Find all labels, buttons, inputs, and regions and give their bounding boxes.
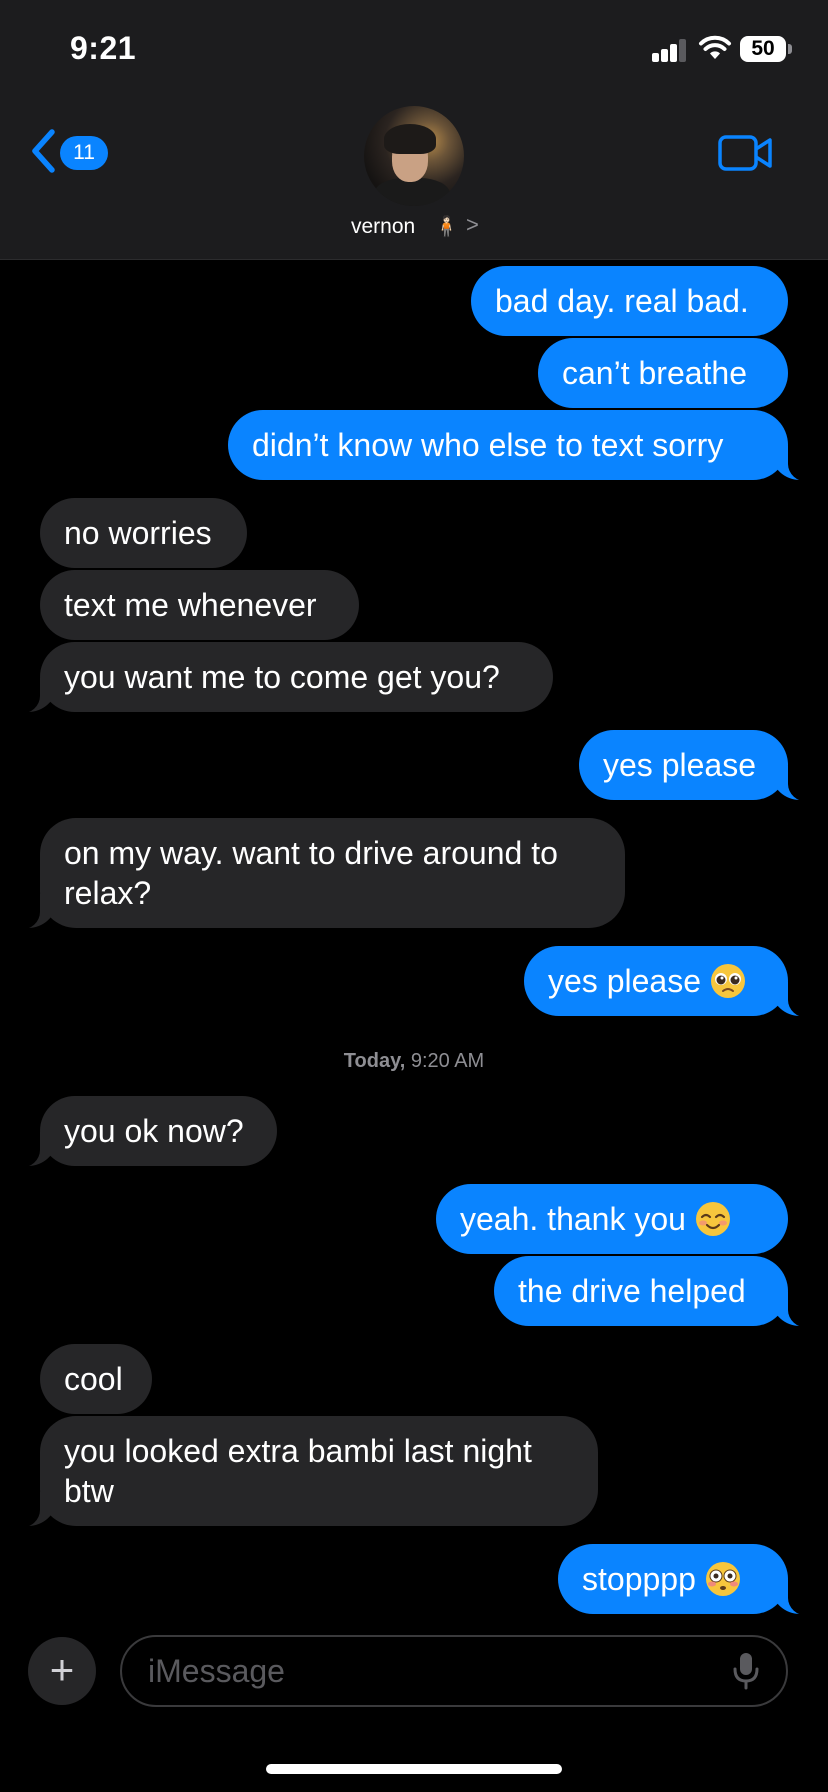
chevron-right-icon[interactable]: > [466, 212, 479, 238]
flushed-face-icon [705, 1562, 740, 1596]
status-time: 9:21 [70, 30, 137, 66]
message-text: you ok now? [64, 1113, 244, 1149]
contact-avatar[interactable] [364, 106, 464, 206]
message-text: you looked extra bambi last night btw [64, 1433, 532, 1509]
message-text: you want me to come get you? [64, 659, 500, 695]
message-text: cool [64, 1361, 123, 1397]
signal-icon [652, 38, 688, 62]
incoming-message-bubble[interactable]: text me whenever [40, 570, 359, 640]
message-text: didn’t know who else to text sorry [252, 427, 724, 463]
home-indicator[interactable] [266, 1764, 562, 1774]
add-attachment-button[interactable]: + [28, 1637, 96, 1705]
video-camera-icon[interactable] [718, 134, 774, 172]
wifi-icon [699, 35, 731, 59]
outgoing-message-bubble[interactable]: didn’t know who else to text sorry [228, 410, 812, 482]
incoming-message-bubble[interactable]: on my way. want to drive around to relax… [16, 818, 625, 930]
battery-tip [788, 44, 792, 54]
outgoing-message-bubble[interactable]: bad day. real bad. [471, 266, 788, 336]
battery-icon: 50 [740, 36, 786, 62]
message-input-placeholder: iMessage [148, 1653, 285, 1689]
message-text: can’t breathe [562, 355, 748, 391]
unread-count-badge[interactable]: 11 [60, 136, 108, 170]
outgoing-message-bubble[interactable]: yes please [579, 730, 812, 802]
incoming-message-bubble[interactable]: no worries [40, 498, 247, 568]
message-text: on my way. want to drive around to relax… [64, 835, 558, 911]
message-text: text me whenever [64, 587, 317, 623]
contact-name[interactable]: vernon [351, 215, 415, 239]
smiling-face-icon [695, 1202, 730, 1236]
incoming-message-bubble[interactable]: you looked extra bambi last night btw [16, 1416, 598, 1528]
message-text: the drive helped [518, 1273, 746, 1309]
outgoing-message-bubble[interactable]: yes please [524, 946, 812, 1018]
timestamp-day: Today, [343, 1050, 406, 1072]
message-text: no worries [64, 515, 212, 551]
outgoing-message-bubble[interactable]: can’t breathe [538, 338, 788, 408]
conversation-header: 9:21 50 11 vernon 🧍🏻 > [0, 0, 828, 260]
message-input[interactable]: iMessage [120, 1635, 788, 1707]
pleading-face-icon [710, 964, 745, 998]
outgoing-message-bubble[interactable]: yeah. thank you [436, 1184, 788, 1254]
contact-emoji: 🧍🏻 [434, 216, 459, 238]
outgoing-message-bubble[interactable]: the drive helped [494, 1256, 812, 1328]
message-text: yes please [548, 963, 701, 999]
incoming-message-bubble[interactable]: you ok now? [16, 1096, 277, 1168]
timestamp-divider: Today, 9:20 AM [0, 1050, 828, 1073]
message-text: stopppp [582, 1561, 696, 1597]
message-text: yes please [603, 747, 756, 783]
message-text: yeah. thank you [460, 1201, 686, 1237]
timestamp-time: 9:20 AM [410, 1050, 485, 1072]
incoming-message-bubble[interactable]: you want me to come get you? [16, 642, 553, 714]
back-chevron-icon[interactable] [30, 128, 58, 174]
message-text: bad day. real bad. [495, 283, 749, 319]
incoming-message-bubble[interactable]: cool [40, 1344, 152, 1414]
microphone-icon[interactable] [732, 1651, 760, 1691]
outgoing-message-bubble[interactable]: stopppp [558, 1544, 812, 1616]
